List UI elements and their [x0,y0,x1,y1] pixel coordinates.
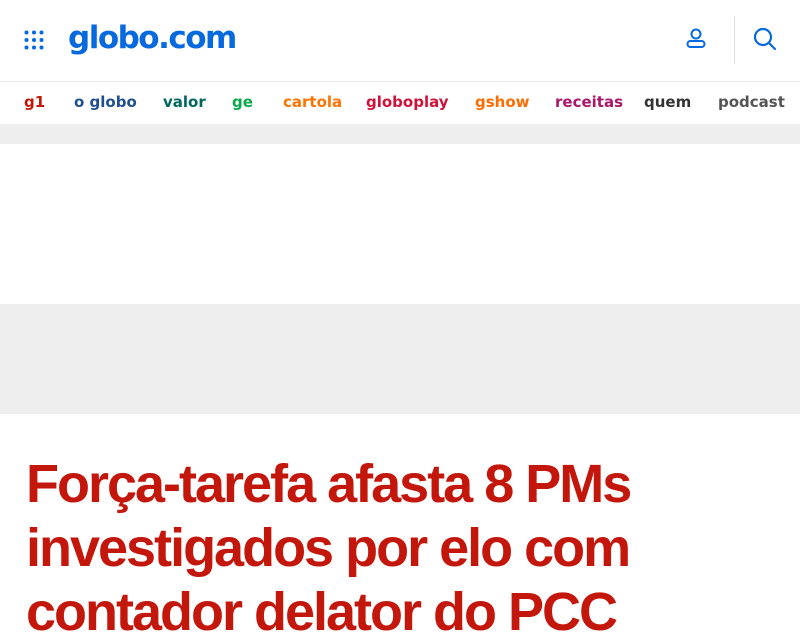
nav-item-podcast[interactable]: podcast [718,92,785,112]
ad-strip-top [0,124,800,144]
ad-banner-placeholder [0,304,800,414]
nav-item-quem[interactable]: quem [644,92,691,112]
portal-nav: g1 o globo valor ge cartola globoplay gs… [0,81,800,124]
header-divider [734,16,735,64]
nav-item-ge[interactable]: ge [232,92,253,112]
nav-item-gshow[interactable]: gshow [475,92,530,112]
site-header: globo.com [0,0,800,80]
nav-item-o-globo[interactable]: o globo [74,92,137,112]
grid-menu-icon[interactable] [24,30,44,50]
article-headline[interactable]: Força-tarefa afasta 8 PMs investigados p… [26,452,706,644]
nav-item-g1[interactable]: g1 [24,92,45,112]
search-icon[interactable] [752,26,778,52]
nav-item-receitas[interactable]: receitas [555,92,623,112]
nav-item-cartola[interactable]: cartola [283,92,342,112]
nav-item-globoplay[interactable]: globoplay [366,92,449,112]
ad-slot [0,144,800,304]
user-icon[interactable] [684,26,708,50]
nav-item-valor[interactable]: valor [163,92,206,112]
site-logo[interactable]: globo.com [68,18,237,58]
